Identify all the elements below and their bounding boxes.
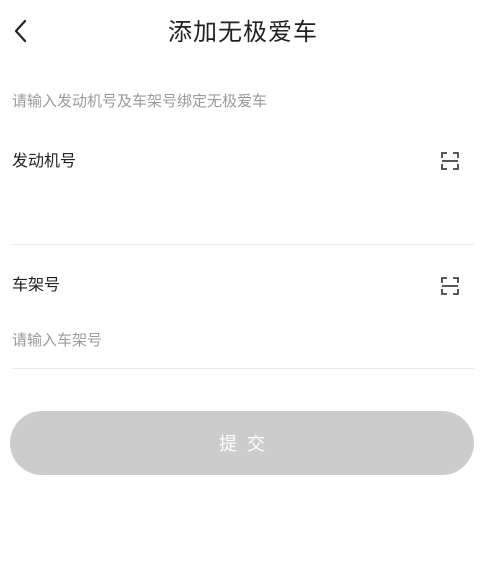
page-title: 添加无极爱车 [168,18,318,46]
engine-field-divider [12,244,474,245]
submit-button[interactable]: 提交 [10,411,474,475]
engine-scan-button[interactable] [438,149,462,173]
frame-number-label: 车架号 [12,275,61,294]
frame-scan-button[interactable] [438,274,462,298]
frame-number-input[interactable] [12,325,472,355]
engine-number-input[interactable] [12,196,472,226]
scan-icon [441,152,459,170]
frame-field-divider [12,368,474,369]
engine-number-label: 发动机号 [12,151,77,170]
scan-icon [441,277,459,295]
binding-hint: 请输入发动机号及车架号绑定无极爱车 [12,92,268,110]
nav-bar: 添加无极爱车 [0,0,486,62]
add-vehicle-page: 添加无极爱车 请输入发动机号及车架号绑定无极爱车 发动机号 车架号 提交 [0,0,486,585]
